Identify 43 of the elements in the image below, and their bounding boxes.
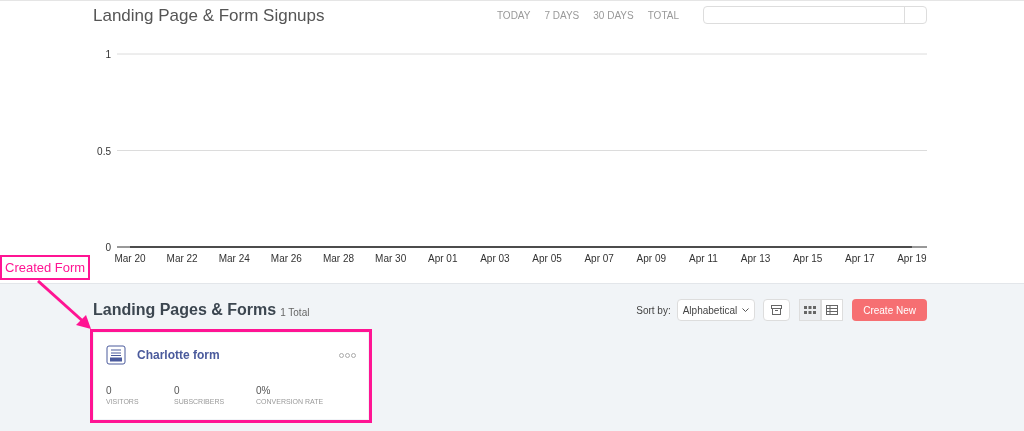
axis-tick-label: 0 xyxy=(105,242,111,253)
stat-value: 0 xyxy=(174,385,181,397)
section-title: Landing Pages & Forms xyxy=(93,300,277,320)
axis-tick-label: Apr 05 xyxy=(532,253,562,264)
axis-tick-label: Apr 11 xyxy=(689,253,718,264)
archive-icon xyxy=(771,305,783,315)
annotation-label: Created Form xyxy=(0,255,91,280)
axis-tick-label: Mar 22 xyxy=(166,253,198,264)
chart-title: Landing Page & Form Signups xyxy=(93,6,325,24)
form-title[interactable]: Charlotte form xyxy=(137,346,220,364)
range-tab[interactable]: 7 DAYS xyxy=(544,7,580,23)
axis-tick-label: Apr 19 xyxy=(897,253,927,264)
axis-tick-label: 0.5 xyxy=(97,145,111,157)
range-tab[interactable]: 30 DAYS xyxy=(593,7,634,23)
axis-tick-label: Mar 30 xyxy=(375,253,407,264)
axis-tick-label: Mar 28 xyxy=(322,253,355,264)
axis-tick-label: Mar 26 xyxy=(270,253,302,264)
axis-tick-label: 1 xyxy=(105,49,111,60)
stat-value: 0% xyxy=(256,385,272,397)
axis-tick-label: Apr 01 xyxy=(428,253,458,264)
date-range-field[interactable] xyxy=(703,6,927,24)
axis-tick-label: Apr 03 xyxy=(480,253,510,264)
view-toggle[interactable] xyxy=(821,299,844,321)
total-count: 1 Total xyxy=(280,305,310,320)
archive-button[interactable] xyxy=(763,299,791,321)
table-icon xyxy=(826,305,839,315)
axis-tick-label: Apr 09 xyxy=(636,253,667,264)
axis-tick-label: Mar 20 xyxy=(114,253,146,264)
form-icon xyxy=(106,345,126,365)
view-toggle[interactable] xyxy=(799,299,822,321)
axis-tick-label: Apr 17 xyxy=(845,253,875,264)
axis-tick-label: Apr 07 xyxy=(584,253,614,264)
chevron-down-icon xyxy=(742,307,750,313)
axis-tick-label: Apr 15 xyxy=(792,253,823,264)
axis-tick-label: Mar 24 xyxy=(218,253,250,264)
grid-icon xyxy=(804,306,817,314)
sort-dropdown[interactable]: Alphabetical xyxy=(676,299,756,321)
stat-value: 0 xyxy=(106,385,113,397)
range-tab[interactable]: TODAY xyxy=(496,7,531,23)
create-new-button[interactable]: Create New xyxy=(852,299,927,321)
range-tab[interactable]: TOTAL xyxy=(647,7,679,23)
sort-label: Sort by: xyxy=(636,303,671,318)
axis-tick-label: Apr 13 xyxy=(740,253,771,264)
